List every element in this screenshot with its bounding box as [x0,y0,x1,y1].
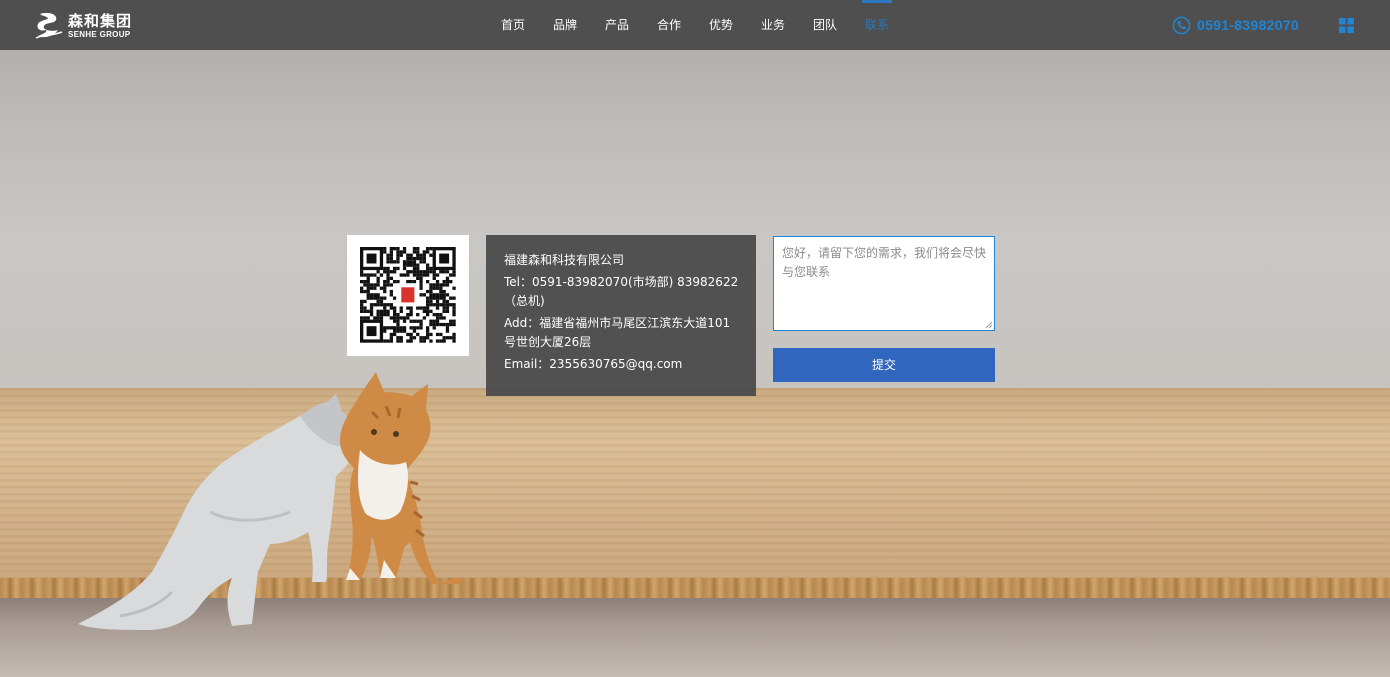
contact-tel: Tel：0591-83982070(市场部) 83982622（总机) [504,275,739,308]
contact-info-panel: 福建森和科技有限公司 Tel：0591-83982070(市场部) 839826… [486,235,756,396]
wechat-qr-box [347,235,469,356]
nav-item-team[interactable]: 团队 [799,0,851,50]
contact-email: Email：2355630765@qq.com [504,357,683,371]
resize-grip-icon[interactable] [985,321,993,329]
senhe-logo-icon [35,12,63,39]
phone-icon [1172,16,1191,34]
company-name: 福建森和科技有限公司 [504,253,625,267]
contact-address: Add：福建省福州市马尾区江滨东大道101号世创大厦26层 [504,316,731,349]
main-nav: 首页 品牌 产品 合作 优势 业务 团队 联系 [487,0,903,50]
phone-number: 0591-83982070 [1197,17,1299,33]
white-cat [78,394,356,630]
brand-name-en: SENHE GROUP [68,29,131,39]
nav-item-contact[interactable]: 联系 [851,0,903,50]
brand-logo[interactable]: 森和集团 SENHE GROUP [34,10,132,42]
header-phone[interactable]: 0591-83982070 [1172,14,1299,36]
nav-item-cooperation[interactable]: 合作 [643,0,695,50]
submit-button[interactable]: 提交 [773,348,995,382]
nav-item-advantages[interactable]: 优势 [695,0,747,50]
message-textarea[interactable] [774,237,994,330]
nav-item-business[interactable]: 业务 [747,0,799,50]
message-field-box [773,236,995,331]
nav-item-products[interactable]: 产品 [591,0,643,50]
cats-photo [78,372,464,630]
wechat-qr-code [360,247,456,343]
tabby-cat [340,372,464,584]
grid-menu-icon[interactable] [1339,18,1354,33]
nav-item-home[interactable]: 首页 [487,0,539,50]
top-header: 森和集团 SENHE GROUP 首页 品牌 产品 合作 优势 业务 团队 联系… [0,0,1390,50]
brand-name-cn: 森和集团 [68,11,133,30]
nav-item-brand[interactable]: 品牌 [539,0,591,50]
